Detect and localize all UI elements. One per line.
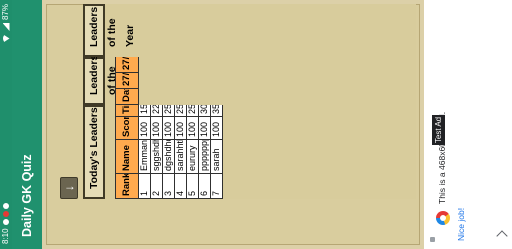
monthly-leaders-panel: Leaders of the month Date 27/08/23 27/08… bbox=[83, 55, 416, 105]
yearly-leaders-title: Leaders of the Year bbox=[83, 4, 136, 57]
time-cell: 25 bbox=[186, 104, 199, 117]
table-header-row: Rank Name Score(%) Time bbox=[115, 104, 139, 199]
rank-cell: 4 bbox=[174, 173, 187, 199]
table-row: 2 sggshdhdhd 100 22 bbox=[150, 104, 163, 199]
time-cell: 30 bbox=[198, 104, 211, 117]
notification-icons bbox=[3, 203, 9, 225]
name-cell: eurury bbox=[186, 139, 199, 174]
name-cell: sggshdhdhd bbox=[150, 139, 163, 174]
table-row: 6 ppppppp 100 30 bbox=[198, 104, 211, 199]
rank-cell: 6 bbox=[198, 173, 211, 199]
name-cell: dgshdhdhdh bbox=[162, 139, 175, 174]
time-cell: 22 bbox=[150, 104, 163, 117]
yearly-leaders-panel: Leaders of the Year bbox=[83, 4, 416, 57]
table-header-row: Date 27/08/23 27/08/23 bbox=[115, 56, 139, 105]
notification-icon bbox=[3, 219, 9, 225]
score-cell: 100 bbox=[198, 116, 211, 140]
table-row: 1 Emmanuel 100 15 bbox=[138, 104, 151, 199]
notification-icon bbox=[3, 203, 9, 209]
notification-badge-icon bbox=[3, 211, 9, 217]
time-cell: 25 bbox=[162, 104, 175, 117]
time-cell: 35 bbox=[210, 104, 223, 117]
app-screen: 8:10 87% Daily GK Quiz ↓ Today's Leaders bbox=[0, 0, 512, 249]
score-cell: 100 bbox=[138, 116, 151, 140]
column-header: Rank bbox=[115, 173, 139, 199]
column-header: Time bbox=[115, 104, 139, 117]
name-cell: sarahhth bbox=[174, 139, 187, 174]
column-header: Score(%) bbox=[115, 116, 139, 140]
ad-choices-icon[interactable] bbox=[430, 237, 435, 242]
todays-leaders-table: Rank Name Score(%) Time 1Emmanuel10015 2… bbox=[115, 104, 223, 199]
chevron-right-icon[interactable] bbox=[496, 230, 508, 242]
back-button[interactable]: ↓ bbox=[60, 177, 78, 199]
column-header: Date bbox=[115, 88, 139, 105]
time-cell: 25 bbox=[174, 104, 187, 117]
score-cell: 100 bbox=[174, 116, 187, 140]
score-cell: 100 bbox=[210, 116, 223, 140]
monthly-leaders-table: Date 27/08/23 27/08/23 bbox=[115, 56, 139, 105]
todays-leaders-title: Today's Leaders bbox=[83, 105, 105, 199]
name-cell: Emmanuel bbox=[138, 139, 151, 174]
rank-cell: 1 bbox=[138, 173, 151, 199]
name-cell: sarah bbox=[210, 139, 223, 174]
ad-logo-icon bbox=[436, 211, 450, 225]
leaderboard-area: ↓ Today's Leaders Rank Name Score(%) Tim… bbox=[42, 0, 424, 249]
column-header: 27/08/23 bbox=[115, 56, 139, 73]
rank-cell: 3 bbox=[162, 173, 175, 199]
rank-cell: 7 bbox=[210, 173, 223, 199]
todays-leaders-panel: Today's Leaders Rank Name Score(%) Time … bbox=[83, 104, 416, 199]
score-cell: 100 bbox=[150, 116, 163, 140]
ad-cta-link[interactable]: Nice job! bbox=[456, 208, 466, 241]
app-title: Daily GK Quiz bbox=[20, 154, 34, 237]
battery-level: 87% bbox=[1, 4, 10, 21]
name-cell: ppppppp bbox=[198, 139, 211, 174]
rank-cell: 2 bbox=[150, 173, 163, 199]
status-bar: 8:10 87% bbox=[0, 0, 12, 249]
status-right: 87% bbox=[0, 4, 12, 43]
ad-label: Test Ad bbox=[432, 115, 445, 145]
table-row: 4 sarahhth 100 25 bbox=[174, 104, 187, 199]
table-row: 7 sarah 100 35 bbox=[210, 104, 223, 199]
wifi-icon bbox=[3, 34, 10, 43]
monthly-leaders-title: Leaders of the month bbox=[83, 55, 136, 105]
column-header: 27/08/23 bbox=[115, 72, 139, 89]
table-row: 5 eurury 100 25 bbox=[186, 104, 199, 199]
ad-banner[interactable]: This is a 468x60 test ad. Test Ad Nice j… bbox=[424, 0, 512, 249]
rank-cell: 5 bbox=[186, 173, 199, 199]
status-time: 8:10 bbox=[1, 228, 10, 244]
column-header: Name bbox=[115, 139, 139, 174]
arrow-left-icon: ↓ bbox=[62, 185, 76, 191]
time-cell: 15 bbox=[138, 104, 151, 117]
score-cell: 100 bbox=[162, 116, 175, 140]
signal-icon bbox=[3, 23, 10, 31]
score-cell: 100 bbox=[186, 116, 199, 140]
app-bar: Daily GK Quiz bbox=[12, 0, 42, 249]
table-row: 3 dgshdhdhdh 100 25 bbox=[162, 104, 175, 199]
